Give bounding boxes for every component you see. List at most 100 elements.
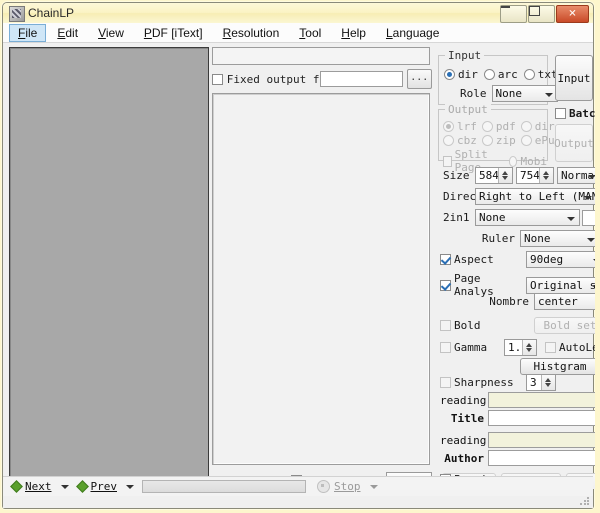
- histogram-label: Histgram: [534, 360, 587, 373]
- input-type-txt-radio[interactable]: [524, 69, 535, 80]
- output-type-lrf-label: lrf: [457, 120, 477, 133]
- gamma-row: Gamma 1.6 AutoLevel: [440, 339, 595, 356]
- title-input[interactable]: [488, 410, 595, 426]
- input-type-dir-radio[interactable]: [444, 69, 455, 80]
- application-window: ChainLP ✕ File Edit View PDF [iText] Res…: [2, 2, 594, 509]
- fixed-output-folder-checkbox[interactable]: [212, 74, 223, 85]
- bold-label: Bold: [454, 319, 534, 332]
- output-type-lrf-radio[interactable]: [443, 121, 454, 132]
- author-row: Author: [440, 450, 595, 466]
- aspect-label: Aspect: [454, 253, 526, 266]
- menu-item-pdf-itext[interactable]: PDF [iText]: [135, 24, 212, 42]
- window-footer: [3, 496, 593, 508]
- output-type-pdf-radio[interactable]: [482, 121, 493, 132]
- gamma-input[interactable]: 1.6: [504, 339, 537, 356]
- size-label: Size: [443, 169, 475, 182]
- menu-item-view[interactable]: View: [89, 24, 133, 42]
- output-type-mobi-radio[interactable]: [509, 156, 518, 167]
- file-list[interactable]: [212, 93, 430, 465]
- input-type-dir-label: dir: [458, 68, 478, 81]
- window-controls: ✕: [500, 5, 589, 23]
- direction-label: Direc: [443, 190, 475, 203]
- batch-row: Batch: [555, 107, 595, 120]
- author-label: Author: [440, 452, 484, 465]
- aspect-dropdown[interactable]: 90deg: [526, 251, 595, 268]
- gamma-spinner[interactable]: [522, 340, 536, 355]
- nombre-label: Nombre: [443, 295, 529, 308]
- title-label: Title: [440, 412, 484, 425]
- close-button[interactable]: ✕: [556, 5, 589, 23]
- sharpness-input[interactable]: 3: [526, 374, 556, 391]
- output-type-epub-radio[interactable]: [521, 135, 532, 146]
- maximize-button[interactable]: [528, 5, 555, 23]
- author-reading-label: reading: [440, 434, 484, 447]
- resize-grip[interactable]: [580, 497, 589, 506]
- two-in-one-extra-input[interactable]: [582, 210, 595, 226]
- input-button[interactable]: Input: [555, 55, 593, 101]
- stop-dropdown-caret-icon[interactable]: [370, 485, 378, 489]
- gamma-label: Gamma: [454, 341, 504, 354]
- autolevel-checkbox[interactable]: [545, 342, 556, 353]
- menu-item-resolution[interactable]: Resolution: [214, 24, 289, 42]
- menu-item-language[interactable]: Language: [377, 24, 448, 42]
- page-analysis-checkbox[interactable]: [440, 280, 451, 291]
- size-width-input[interactable]: 584: [475, 167, 513, 184]
- path-display[interactable]: [212, 47, 430, 65]
- bold-set-label: Bold set: [544, 319, 596, 332]
- sharpness-spinner[interactable]: [541, 375, 555, 390]
- stop-icon: [317, 480, 330, 493]
- author-reading-row: reading: [440, 432, 595, 448]
- author-reading-input[interactable]: [488, 432, 595, 448]
- size-height-input[interactable]: 754: [516, 167, 554, 184]
- input-type-arc-radio[interactable]: [484, 69, 495, 80]
- gamma-checkbox[interactable]: [440, 342, 451, 353]
- prev-button[interactable]: Prev: [75, 480, 121, 493]
- page-analysis-dropdown[interactable]: Original siz: [526, 277, 595, 294]
- prev-dropdown-caret-icon[interactable]: [126, 485, 134, 489]
- autolevel-label: AutoLevel: [559, 341, 595, 354]
- menu-item-help[interactable]: Help: [332, 24, 375, 42]
- menu-item-edit[interactable]: Edit: [48, 24, 87, 42]
- histogram-button[interactable]: Histgram: [520, 358, 595, 375]
- menu-item-file[interactable]: File: [9, 24, 46, 42]
- preview-panel[interactable]: [9, 47, 209, 489]
- bold-checkbox[interactable]: [440, 320, 451, 331]
- fixed-output-folder-input[interactable]: [320, 71, 402, 87]
- output-type-zip-radio[interactable]: [482, 135, 493, 146]
- prev-label: Prev: [91, 480, 118, 493]
- output-type-dir-label: dir: [535, 120, 555, 133]
- size-height-spinner[interactable]: [539, 168, 553, 183]
- direction-dropdown[interactable]: Right to Left (MANGA): [475, 188, 595, 205]
- title-reading-input[interactable]: [488, 392, 595, 408]
- role-dropdown[interactable]: None: [492, 85, 558, 102]
- window-title: ChainLP: [28, 6, 74, 20]
- menu-item-tool[interactable]: Tool: [290, 24, 330, 42]
- size-height-value: 754: [520, 169, 540, 182]
- bold-set-button[interactable]: Bold set: [534, 317, 595, 334]
- author-input[interactable]: [488, 450, 595, 466]
- fixed-output-folder-label: Fixed output fold: [227, 73, 321, 86]
- output-type-mobi-label: Mobi: [520, 155, 547, 168]
- output-type-dir-radio[interactable]: [521, 121, 532, 132]
- ruler-label: Ruler: [443, 232, 515, 245]
- next-dropdown-caret-icon[interactable]: [61, 485, 69, 489]
- sharpness-checkbox[interactable]: [440, 377, 451, 388]
- stop-button[interactable]: Stop: [314, 480, 364, 493]
- browse-folder-button[interactable]: ...: [407, 69, 432, 89]
- output-button[interactable]: Output: [555, 124, 593, 162]
- size-width-spinner[interactable]: [498, 168, 512, 183]
- split-page-checkbox[interactable]: [443, 156, 452, 167]
- role-label: Role: [460, 87, 487, 100]
- aspect-checkbox[interactable]: [440, 254, 451, 265]
- size-mode-dropdown[interactable]: Normal: [557, 167, 595, 184]
- output-type-cbz-radio[interactable]: [443, 135, 454, 146]
- minimize-button[interactable]: [500, 5, 527, 23]
- batch-label: Batch: [569, 107, 595, 120]
- nombre-dropdown[interactable]: center: [534, 293, 595, 310]
- two-in-one-dropdown[interactable]: None: [475, 209, 580, 226]
- batch-checkbox[interactable]: [555, 108, 566, 119]
- next-button[interactable]: Next: [9, 480, 55, 493]
- sharpness-value: 3: [530, 376, 537, 389]
- ruler-dropdown[interactable]: None: [520, 230, 595, 247]
- output-type-cbz-label: cbz: [457, 134, 477, 147]
